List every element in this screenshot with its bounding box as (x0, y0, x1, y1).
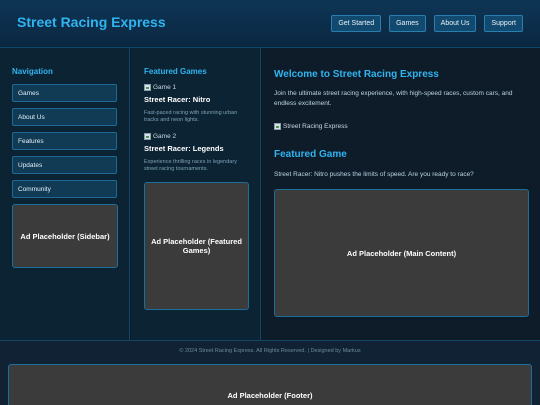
sidebar-item-games[interactable]: Games (12, 84, 117, 102)
sidebar-heading: Navigation (12, 67, 53, 76)
game-2-image: Game 2 (144, 133, 247, 140)
about-us-button[interactable]: About Us (433, 15, 477, 32)
broken-image-icon (144, 133, 151, 140)
top-nav: Get Started Games About Us Support (331, 15, 523, 32)
hero-image: Street Racing Express (274, 123, 528, 130)
footer-ad-placeholder[interactable]: Ad Placeholder (Footer) (8, 364, 532, 405)
sidebar-item-updates[interactable]: Updates (12, 156, 117, 174)
featured-game-text: Street Racer: Nitro pushes the limits of… (274, 171, 474, 178)
main-ad-placeholder[interactable]: Ad Placeholder (Main Content) (274, 189, 529, 317)
support-button[interactable]: Support (484, 15, 523, 32)
featured-ad-placeholder[interactable]: Ad Placeholder (Featured Games) (144, 182, 249, 310)
game-1-description: Fast-paced racing with stunning urban tr… (144, 110, 238, 123)
site-header: Street Racing Express Get Started Games … (0, 0, 540, 48)
site-footer: © 2024 Street Racing Express. All Rights… (0, 340, 540, 405)
broken-image-icon (144, 84, 151, 91)
broken-image-icon (274, 123, 281, 130)
sidebar-item-community[interactable]: Community (12, 180, 117, 198)
game-1-image: Game 1 (144, 84, 247, 91)
welcome-heading: Welcome to Street Racing Express (274, 69, 439, 80)
featured-game-heading: Featured Game (274, 149, 347, 160)
sidebar-ad-placeholder[interactable]: Ad Placeholder (Sidebar) (12, 204, 118, 268)
games-button[interactable]: Games (389, 15, 426, 32)
featured-games-heading: Featured Games (144, 67, 207, 76)
main-content: Welcome to Street Racing Express Join th… (262, 48, 540, 340)
footer-copyright: © 2024 Street Racing Express. All Rights… (179, 348, 361, 354)
sidebar-item-about-us[interactable]: About Us (12, 108, 117, 126)
featured-games-column: Featured Games Game 1 Street Racer: Nitr… (131, 48, 261, 340)
sidebar: Navigation Games About Us Features Updat… (0, 48, 130, 340)
game-1-image-alt: Game 1 (153, 84, 177, 91)
get-started-button[interactable]: Get Started (331, 15, 382, 32)
welcome-text: Join the ultimate street racing experien… (274, 90, 513, 107)
game-2-title: Street Racer: Legends (144, 144, 224, 153)
game-1-title: Street Racer: Nitro (144, 95, 211, 104)
sidebar-item-features[interactable]: Features (12, 132, 117, 150)
hero-image-alt: Street Racing Express (283, 123, 348, 130)
game-2-image-alt: Game 2 (153, 133, 177, 140)
site-title[interactable]: Street Racing Express (17, 14, 166, 30)
game-2-description: Experience thrilling races in legendary … (144, 159, 237, 172)
